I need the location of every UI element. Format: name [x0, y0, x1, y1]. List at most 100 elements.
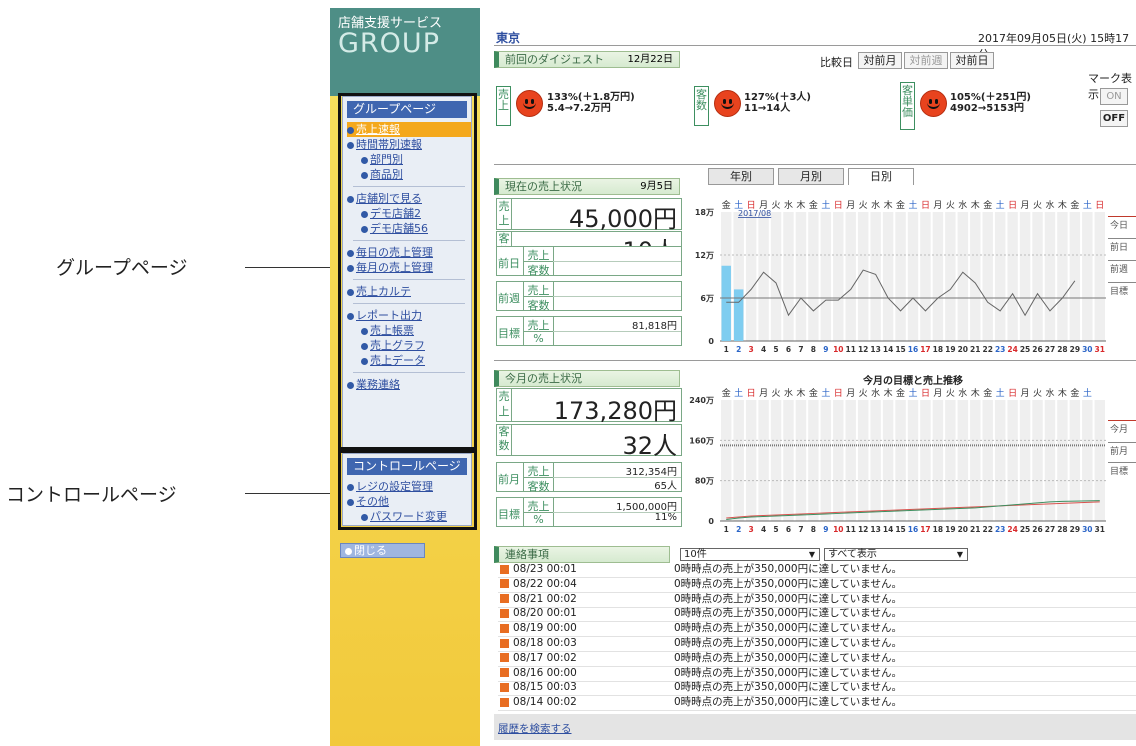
legend-swatch — [1108, 442, 1136, 443]
y-tick-label: 240万 — [689, 396, 714, 405]
day-label: 9 — [823, 525, 828, 534]
month-customers-label: 客数 — [497, 425, 512, 455]
tab-daily[interactable]: 日別 — [848, 168, 914, 185]
message-time[interactable]: 08/15 00:03 — [498, 682, 676, 694]
compare-week-button[interactable]: 対前週 — [904, 52, 948, 69]
weekday-label: 金 — [722, 199, 731, 211]
region-title: 東京 — [496, 31, 521, 45]
weekday-label: 木 — [1058, 199, 1067, 211]
weekday-label: 木 — [971, 199, 980, 211]
smiley-sales-icon — [516, 90, 543, 117]
chart-day-column — [845, 400, 856, 521]
compare-day-button[interactable]: 対前日 — [950, 52, 994, 69]
chart-day-column — [920, 400, 931, 521]
close-button[interactable]: 閉じる — [340, 543, 425, 558]
header-divider — [494, 45, 1136, 46]
chart-day-column — [907, 400, 919, 521]
message-time[interactable]: 08/17 00:02 — [498, 652, 676, 665]
chart-day-column — [907, 212, 919, 341]
day-label: 10 — [833, 525, 843, 534]
weekday-label: 金 — [896, 387, 905, 399]
message-text: 0時時点の売上が350,000円に達していません。 — [674, 607, 902, 620]
weekday-label: 火 — [859, 200, 868, 211]
tab-yearly[interactable]: 年別 — [708, 168, 774, 185]
weekday-label: 水 — [1045, 387, 1054, 399]
chart-day-column — [770, 212, 782, 341]
prev-day-box: 前日 売上 客数 — [496, 246, 682, 277]
message-time[interactable]: 08/14 00:02 — [498, 696, 676, 709]
callout-group-line — [245, 267, 337, 268]
callout-control-line — [245, 493, 337, 494]
month-sales-value: 173,280円 — [553, 397, 677, 425]
weekday-label: 金 — [809, 387, 818, 399]
message-time[interactable]: 08/22 00:04 — [498, 578, 676, 591]
current-sales-value: 45,000円 — [569, 205, 677, 233]
chart-day-column — [1044, 400, 1056, 521]
prev-week-box: 前週 売上 客数 — [496, 281, 682, 312]
tab-monthly[interactable]: 月別 — [778, 168, 844, 185]
alert-icon — [500, 697, 509, 707]
compare-month-button[interactable]: 対前月 — [858, 52, 902, 69]
chart-day-column — [982, 212, 993, 341]
header-datetime: 2017年09月05日(火) 15時17分 — [978, 32, 1130, 61]
message-time[interactable]: 08/18 00:03 — [498, 637, 676, 650]
weekday-label: 水 — [958, 387, 967, 399]
weekday-label: 火 — [946, 388, 955, 399]
message-time[interactable]: 08/16 00:00 — [498, 667, 676, 680]
sidebar: 店舗支援サービス GROUP グループページ 売上速報 時間帯別速報 部門別 商… — [330, 8, 480, 746]
day-label: 24 — [1007, 525, 1017, 534]
chart-day-column — [820, 212, 832, 341]
weekday-label: 木 — [884, 199, 893, 211]
chart-day-column — [970, 212, 981, 341]
legend-this-month: 今月 — [1110, 425, 1129, 435]
day-label: 2 — [736, 525, 741, 534]
weekday-label: 水 — [1045, 199, 1054, 211]
target-label: 目標 — [498, 327, 520, 340]
callout-group-page: グループページ — [56, 257, 188, 279]
chart-day-column — [833, 212, 844, 341]
callout-control-page: コントロールページ — [6, 484, 177, 506]
message-text: 0時時点の売上が350,000円に達していません。 — [674, 696, 902, 709]
mark-on-button[interactable]: ON — [1100, 88, 1128, 105]
month-sales-label: 売上 — [497, 389, 512, 421]
dropdown-arrow-icon: ▼ — [808, 550, 815, 559]
cell-divider — [553, 261, 681, 262]
prev-day-label: 前日 — [498, 257, 520, 270]
message-time[interactable]: 08/21 00:02 — [498, 593, 676, 606]
day-label: 13 — [870, 525, 880, 534]
weekday-label: 火 — [1033, 388, 1042, 399]
day-label: 28 — [1057, 525, 1067, 534]
filter-select[interactable]: すべて表示 ▼ — [824, 548, 968, 561]
weekday-label: 火 — [772, 200, 781, 211]
y-tick-label: 18万 — [695, 208, 714, 217]
sales-bar — [733, 289, 744, 341]
target-pct-label: % — [523, 331, 553, 345]
message-time[interactable]: 08/19 00:00 — [498, 622, 676, 635]
chart-day-column — [745, 400, 757, 521]
alert-icon — [500, 653, 509, 663]
y-tick-label: 0 — [708, 337, 714, 346]
message-text: 0時時点の売上が350,000円に達していません。 — [674, 681, 902, 694]
weekday-label: 月 — [933, 200, 942, 211]
count-select[interactable]: 10件 ▼ — [680, 548, 820, 561]
chart-day-column — [1019, 400, 1031, 521]
legend-swatch — [1108, 216, 1136, 217]
alert-icon — [500, 668, 509, 678]
legend-today: 今日 — [1110, 221, 1129, 231]
prev-month-box: 前月 売上 客数 312,354円 65人 — [496, 462, 682, 493]
weekday-label: 木 — [796, 199, 805, 211]
mark-off-button[interactable]: OFF — [1100, 110, 1128, 127]
message-time[interactable]: 08/20 00:01 — [498, 608, 676, 620]
chart-period-label: 2017/08 — [738, 209, 771, 218]
sales-bar — [721, 265, 731, 341]
weekday-label: 水 — [871, 199, 880, 211]
day-label: 5 — [773, 525, 778, 534]
day-label: 25 — [1020, 525, 1030, 534]
message-text: 0時時点の売上が350,000円に達していません。 — [674, 651, 902, 664]
weekday-label: 金 — [722, 387, 731, 399]
weekday-label: 日 — [921, 388, 930, 399]
search-history-link[interactable]: 履歴を検索する — [498, 721, 572, 736]
chart-day-column — [1019, 212, 1031, 341]
digest-customers-text: 127%(＋3人) 11→14人 — [744, 92, 811, 114]
message-time[interactable]: 08/23 00:01 — [498, 563, 676, 576]
